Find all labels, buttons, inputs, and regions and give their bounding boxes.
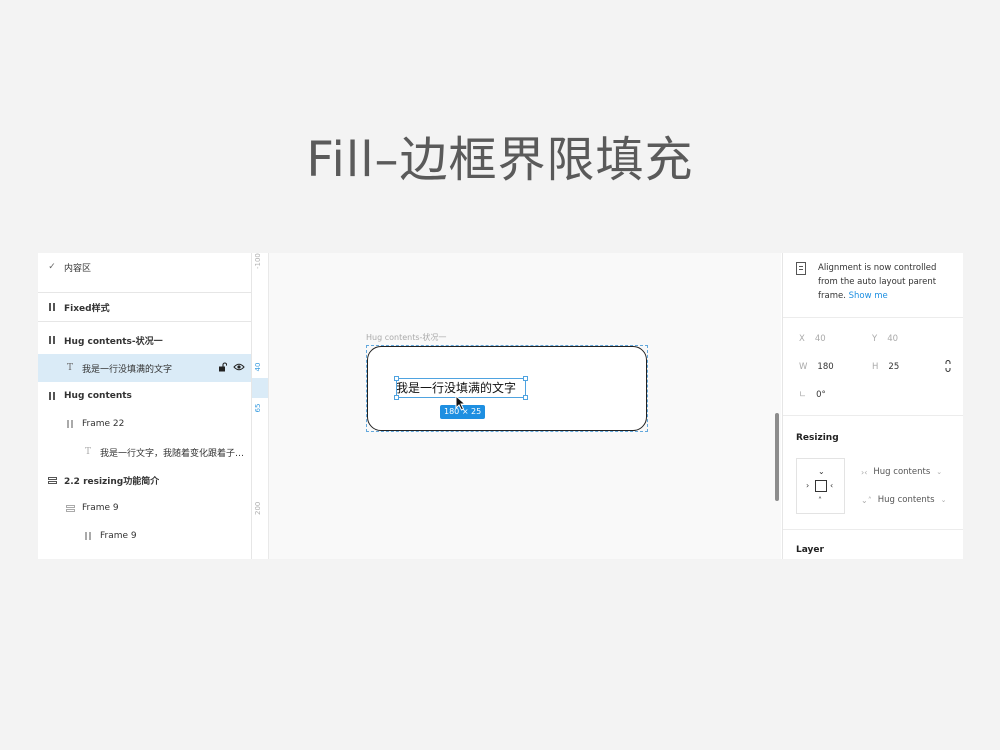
- divider: [783, 529, 963, 530]
- layer-fixed-style[interactable]: Fixed样式: [38, 293, 251, 321]
- canvas-scrollbar[interactable]: [775, 413, 779, 501]
- auto-layout-horizontal-icon: [82, 530, 94, 542]
- chevron-down-icon: ⌄: [818, 467, 825, 476]
- inspector-panel: Alignment is now controlled from the aut…: [782, 253, 963, 559]
- divider: [783, 415, 963, 416]
- y-label: Y: [872, 334, 878, 344]
- divider: [38, 321, 251, 322]
- layer-label: 2.2 resizing功能简介: [64, 476, 160, 487]
- layer-label: Hug contents: [64, 391, 132, 401]
- divider: [783, 317, 963, 318]
- rotation-icon: ∟: [799, 390, 807, 400]
- layer-frame-9-child[interactable]: Frame 9: [38, 522, 251, 550]
- constrain-proportions-icon[interactable]: [945, 360, 951, 375]
- resize-handle-top-left[interactable]: [394, 376, 399, 381]
- x-value: 40: [814, 334, 826, 344]
- auto-layout-notice: Alignment is now controlled from the aut…: [796, 261, 956, 303]
- y-field[interactable]: Y 40: [872, 334, 898, 344]
- vertical-resizing-value: Hug contents: [877, 495, 935, 505]
- document-icon: [796, 262, 806, 275]
- layer-label: Fixed样式: [64, 303, 110, 314]
- layers-panel: ✓ 内容区 Fixed样式 Hug contents-状况一 T 我是一行没填满…: [38, 253, 252, 559]
- resize-handle-top-right[interactable]: [523, 376, 528, 381]
- layer-label: 我是一行没填满的文字: [82, 364, 173, 375]
- ruler-mark: 40: [254, 362, 262, 372]
- text-layer-icon: T: [84, 447, 91, 457]
- auto-layout-vertical-icon: [64, 502, 76, 514]
- resize-box-icon: [815, 480, 827, 492]
- layer-label: Frame 9: [100, 531, 137, 541]
- layer-label: 我是一行文字，我随着变化跟着子层...: [100, 448, 245, 459]
- h-value: 25: [888, 362, 900, 372]
- horizontal-resizing-dropdown[interactable]: ›‹ Hug contents ⌄: [861, 467, 942, 477]
- resizing-section-title: Resizing: [796, 433, 839, 443]
- horizontal-resizing-value: Hug contents: [873, 467, 931, 477]
- unlock-icon[interactable]: [218, 361, 228, 375]
- layer-text-selected[interactable]: T 我是一行没填满的文字: [38, 354, 251, 382]
- vertical-hug-icon: ⌄˄: [861, 495, 872, 505]
- text-layer-icon: T: [66, 363, 73, 373]
- layer-label: 内容区: [64, 263, 92, 274]
- layer-frame-9[interactable]: Frame 9: [38, 494, 251, 522]
- chevron-down-icon: ⌄: [936, 468, 943, 476]
- slide-title: Fill–边框界限填充: [306, 132, 694, 188]
- layer-label: Frame 22: [82, 419, 125, 429]
- vertical-resizing-dropdown[interactable]: ⌄˄ Hug contents ⌄: [861, 495, 946, 505]
- resize-handle-bottom-right[interactable]: [523, 395, 528, 400]
- layer-section-title: Layer: [796, 545, 824, 555]
- auto-layout-horizontal-icon: [46, 390, 58, 402]
- layer-hug-contents[interactable]: Hug contents: [38, 382, 251, 410]
- ruler-mark: 65: [254, 403, 262, 413]
- w-value: 180: [817, 362, 834, 372]
- ruler-mark: 200: [254, 501, 262, 515]
- eye-icon[interactable]: [233, 363, 245, 374]
- auto-layout-horizontal-icon: [46, 301, 58, 313]
- y-value: 40: [887, 334, 899, 344]
- canvas[interactable]: Hug contents-状况一 我是一行没填满的文字 180 × 25: [269, 253, 781, 559]
- auto-layout-horizontal-icon: [64, 418, 76, 430]
- chevron-down-icon: ⌄: [940, 496, 947, 504]
- chevron-right-icon: ›: [806, 481, 810, 490]
- layer-text-long[interactable]: T 我是一行文字，我随着变化跟着子层...: [38, 438, 251, 466]
- x-label: X: [799, 334, 805, 344]
- height-field[interactable]: H 25: [872, 362, 899, 372]
- chevron-left-icon: ‹: [830, 481, 834, 490]
- h-label: H: [872, 362, 879, 372]
- chevron-up-icon: ˄: [818, 496, 822, 505]
- auto-layout-vertical-icon: [46, 474, 58, 486]
- rotation-value: 0°: [816, 390, 826, 400]
- show-me-link[interactable]: Show me: [849, 291, 888, 301]
- x-field[interactable]: X 40: [799, 334, 826, 344]
- frame-name-label[interactable]: Hug contents-状况一: [366, 332, 446, 343]
- layer-frame-22[interactable]: Frame 22: [38, 410, 251, 438]
- width-field[interactable]: W 180: [799, 362, 834, 372]
- layer-hug-contents-case1[interactable]: Hug contents-状况一: [38, 326, 251, 354]
- resizing-preview[interactable]: ⌄ › ‹ ˄: [796, 458, 845, 514]
- mouse-cursor-icon: [455, 394, 467, 415]
- layer-resizing-intro[interactable]: 2.2 resizing功能简介: [38, 466, 251, 494]
- checkmark-icon: ✓: [48, 262, 56, 272]
- vertical-ruler: -100 40 65 200: [252, 253, 269, 559]
- ruler-selection-highlight: [252, 378, 268, 398]
- layer-content-area[interactable]: ✓ 内容区: [38, 253, 251, 281]
- horizontal-hug-icon: ›‹: [861, 467, 868, 477]
- layer-label: Hug contents-状况一: [64, 336, 163, 347]
- resize-handle-bottom-left[interactable]: [394, 395, 399, 400]
- w-label: W: [799, 362, 808, 372]
- ruler-mark: -100: [254, 253, 262, 269]
- layer-label: Frame 9: [82, 503, 119, 513]
- layer-actions: [218, 354, 245, 382]
- rotation-field[interactable]: ∟ 0°: [799, 390, 826, 400]
- figma-window: ✓ 内容区 Fixed样式 Hug contents-状况一 T 我是一行没填满…: [38, 253, 963, 559]
- auto-layout-horizontal-icon: [46, 334, 58, 346]
